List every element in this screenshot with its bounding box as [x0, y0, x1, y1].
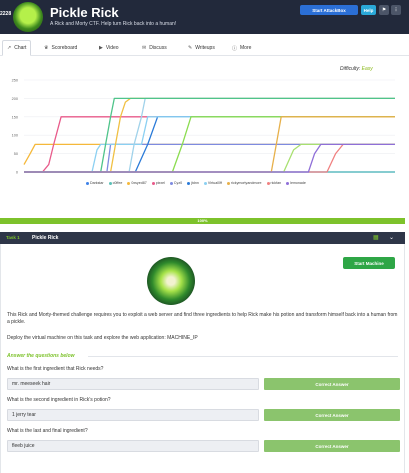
tab-more-label: More [240, 45, 252, 51]
tab-discuss[interactable]: ✉ Discuss [138, 40, 171, 56]
y-tick-label: 150 [12, 115, 18, 119]
start-attackbox-button[interactable]: Start AttackBox [300, 5, 358, 15]
difficulty-indicator: Difficulty: Easy [340, 66, 373, 72]
task-image [147, 257, 195, 305]
tab-chart[interactable]: ↗ Chart [2, 40, 32, 56]
y-tick-label: 200 [12, 97, 18, 101]
chat-icon: ✉ [142, 45, 147, 51]
task-description: This Rick and Morty-themed challenge req… [7, 312, 398, 325]
room-subtitle: A Rick and Morty CTF. Help turn Rick bac… [50, 21, 177, 27]
legend-swatch [169, 181, 173, 185]
legend-label: Virtual0ff [207, 181, 222, 185]
rank-badge: 2228 [0, 11, 12, 17]
legend-item[interactable]: Cyz0 [169, 181, 183, 185]
tab-writeups[interactable]: ✎ Writeups [184, 40, 219, 56]
progress-chart: 0 50 100 150 200 250 [12, 79, 395, 175]
start-machine-button[interactable]: Start Machine [343, 257, 395, 269]
play-icon: ▶ [99, 45, 103, 51]
legend-label: c0ffee [112, 181, 123, 185]
tab-scoreboard[interactable]: ♛ Scoreboard [40, 40, 81, 56]
legend-swatch [187, 181, 191, 185]
more-icon: ⋮ [393, 7, 399, 12]
answer-2-field[interactable]: 1 jerry tear [7, 409, 259, 421]
legend-item[interactable]: rickymortyandmore [226, 181, 262, 185]
answer-1-field[interactable]: mr. meeseek hair [7, 378, 259, 390]
bookmark-icon: ⚑ [381, 7, 387, 12]
y-tick-label: 0 [16, 171, 18, 175]
legend-item[interactable]: rickfan [266, 181, 282, 185]
correct-answer-3-button[interactable]: Correct Answer [264, 440, 400, 452]
task-number: Task 1 [6, 235, 20, 240]
tab-video-label: Video [105, 45, 119, 51]
legend-swatch [226, 181, 230, 185]
legend-swatch [286, 181, 290, 185]
series-line [24, 143, 395, 173]
tab-writeups-label: Writeups [195, 45, 215, 51]
legend-swatch [108, 181, 112, 185]
page: 2228 Pickle Rick A Rick and Morty CTF. H… [0, 0, 409, 473]
task-header[interactable]: Task 1 Pickle Rick ▦ ⌄ [0, 232, 405, 244]
room-avatar [13, 2, 43, 32]
chart-icon: ↗ [7, 45, 12, 51]
room-title: Pickle Rick [50, 5, 119, 20]
y-tick-label: 100 [12, 134, 18, 138]
info-icon: ⓘ [232, 45, 238, 52]
legend-item[interactable]: lemonade [286, 181, 306, 185]
correct-answer-1-button[interactable]: Correct Answer [264, 378, 400, 390]
start-attackbox-label: Start AttackBox [312, 7, 346, 13]
legend-label: rickfan [270, 181, 282, 185]
progress-label: 100% [197, 218, 208, 223]
writeups-icon: ✎ [188, 45, 193, 51]
trophy-icon: ♛ [44, 45, 49, 51]
legend-item[interactable]: Darkstar [86, 181, 104, 185]
answer-3-field[interactable]: fleeb juice [7, 440, 259, 452]
legend-item[interactable]: 0xsyed87 [127, 181, 147, 185]
y-tick-label: 50 [14, 152, 18, 156]
legend-swatch [151, 181, 155, 185]
legend-item[interactable]: Virtual0ff [203, 181, 222, 185]
chart-legend: Darkstar c0ffee 0xsyed87 pixxel Cyz0 jtdnn Vir… [86, 181, 326, 185]
tab-video[interactable]: ▶ Video [95, 40, 123, 56]
answer-divider [88, 356, 398, 357]
question-2: What is the second ingredient in Rick’s … [7, 397, 111, 403]
legend-swatch [266, 181, 270, 185]
room-progress-bar: 100% [0, 218, 405, 224]
legend-swatch [86, 181, 89, 185]
question-3: What is the last and final ingredient? [7, 428, 88, 434]
room-header: 2228 Pickle Rick A Rick and Morty CTF. H… [0, 0, 409, 34]
start-machine-label: Start Machine [354, 260, 384, 266]
legend-item[interactable]: pixxel [151, 181, 165, 185]
task-deploy-text: Deploy the virtual machine on this task … [7, 335, 198, 341]
tab-chart-label: Chart [14, 45, 27, 51]
legend-item[interactable]: c0ffee [108, 181, 123, 185]
chevron-down-icon[interactable]: ⌄ [389, 234, 394, 241]
correct-answer-2-button[interactable]: Correct Answer [264, 409, 400, 421]
answer-heading: Answer the questions below [7, 353, 75, 359]
tab-discuss-label: Discuss [149, 45, 167, 51]
legend-label: Cyz0 [173, 181, 183, 185]
legend-swatch [203, 181, 207, 185]
legend-swatch [127, 181, 131, 185]
room-tabs: ↗ Chart ♛ Scoreboard ▶ Video ✉ Discuss ✎ Writ… [0, 40, 409, 56]
tab-more[interactable]: ⓘ More [228, 40, 255, 56]
difficulty-value: Easy [361, 66, 373, 72]
legend-label: 0xsyed87 [131, 181, 147, 185]
legend-label: Darkstar [90, 181, 104, 185]
tab-scoreboard-label: Scoreboard [51, 45, 78, 51]
save-room-button[interactable]: ⚑ [379, 5, 389, 15]
legend-label: rickymortyandmore [230, 181, 262, 185]
series-line [23, 143, 395, 165]
legend-label: pixxel [155, 181, 165, 185]
question-1: What is the first ingredient that Rick n… [7, 366, 104, 372]
legend-item[interactable]: jtdnn [187, 181, 199, 185]
legend-label: jtdnn [191, 181, 199, 185]
y-tick-label: 250 [12, 79, 18, 83]
help-button[interactable]: Help [361, 5, 376, 15]
legend-label: lemonade [290, 181, 306, 185]
task-complete-icon: ▦ [373, 235, 379, 241]
options-button[interactable]: ⋮ [391, 5, 401, 15]
task-title: Pickle Rick [32, 235, 59, 241]
difficulty-label: Difficulty: [340, 66, 361, 72]
